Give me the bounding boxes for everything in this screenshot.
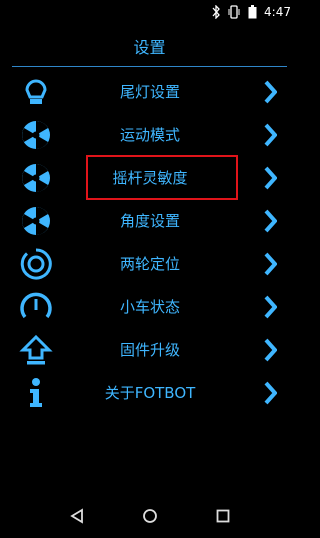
menu-item-firmware-upgrade[interactable]: 固件升级 <box>0 328 299 371</box>
menu-item-angle-setting[interactable]: 角度设置 <box>0 199 299 242</box>
status-time: 4:47 <box>264 5 291 19</box>
title-divider <box>12 66 287 67</box>
settings-list: 尾灯设置 运动模式 摇杆灵敏度 角度设置 两轮定位 小车状态 固件升级 关于FO… <box>0 70 299 414</box>
chevron-right-icon <box>261 294 279 320</box>
menu-item-label: 尾灯设置 <box>119 83 180 101</box>
chevron-right-icon <box>261 79 279 105</box>
menu-item-label: 固件升级 <box>119 341 180 359</box>
menu-item-tail-light[interactable]: 尾灯设置 <box>0 70 299 113</box>
page-title: 设置 <box>133 38 166 57</box>
wheel-icon <box>18 160 54 196</box>
tail-light-icon <box>18 74 54 110</box>
menu-item-label: 小车状态 <box>119 298 180 316</box>
menu-item-two-wheel-positioning[interactable]: 两轮定位 <box>0 242 299 285</box>
home-icon[interactable] <box>138 504 162 528</box>
chevron-right-icon <box>261 337 279 363</box>
menu-item-label: 两轮定位 <box>119 255 180 273</box>
navigation-bar <box>0 494 299 538</box>
chevron-right-icon <box>261 251 279 277</box>
chevron-right-icon <box>261 122 279 148</box>
status-bar: 4:47 <box>0 0 299 24</box>
target-icon <box>18 246 54 282</box>
back-icon[interactable] <box>65 504 89 528</box>
gauge-icon <box>18 289 54 325</box>
battery-icon <box>246 5 258 19</box>
wheel-icon <box>18 203 54 239</box>
highlight-box <box>86 155 238 200</box>
chevron-right-icon <box>261 208 279 234</box>
menu-item-motion-mode[interactable]: 运动模式 <box>0 113 299 156</box>
wheel-icon <box>18 117 54 153</box>
vibrate-icon <box>228 5 240 19</box>
recents-icon[interactable] <box>211 504 235 528</box>
menu-item-car-status[interactable]: 小车状态 <box>0 285 299 328</box>
menu-item-label: 关于FOTBOT <box>104 384 196 402</box>
menu-item-about[interactable]: 关于FOTBOT <box>0 371 299 414</box>
upload-arrow-icon <box>18 332 54 368</box>
menu-item-label: 运动模式 <box>119 126 180 144</box>
bluetooth-icon <box>210 5 222 19</box>
menu-item-label: 角度设置 <box>119 212 180 230</box>
info-icon <box>18 375 54 411</box>
chevron-right-icon <box>261 380 279 406</box>
chevron-right-icon <box>261 165 279 191</box>
